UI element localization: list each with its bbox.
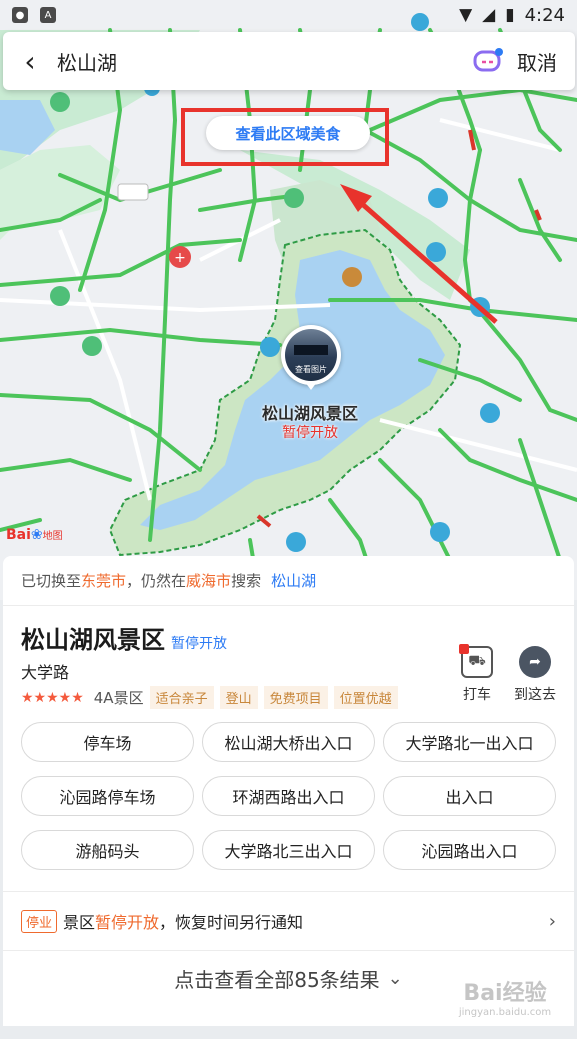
scenic-level: 4A景区 xyxy=(93,689,144,707)
signal-icon: ◢ xyxy=(482,5,496,25)
scenic-map-label[interactable]: 松山湖风景区 xyxy=(240,400,380,424)
sub-poi-button[interactable]: 大学路北三出入口 xyxy=(202,830,375,870)
sub-poi-button[interactable]: 出入口 xyxy=(383,776,556,816)
assistant-robot-icon[interactable] xyxy=(473,48,503,74)
map-logo: Bai❀地图 xyxy=(6,527,63,543)
city-switch-notice: 已切换至 东莞市 ，仍然在 威海市 搜索 松山湖 xyxy=(3,556,574,606)
cancel-button[interactable]: 取消 xyxy=(517,47,557,76)
chevron-down-icon: ⌄ xyxy=(387,967,403,989)
route-button[interactable]: ➦ 到这去 xyxy=(507,646,563,704)
sub-poi-button[interactable]: 沁园路停车场 xyxy=(21,776,194,816)
battery-icon: ▮ xyxy=(505,5,515,25)
tag: 位置优越 xyxy=(333,686,398,709)
sub-poi-button[interactable]: 环湖西路出入口 xyxy=(202,776,375,816)
marker-caption: 查看图片 xyxy=(295,365,327,374)
route-icon: ➦ xyxy=(519,646,551,678)
sub-poi-grid: 停车场 松山湖大桥出入口 大学路北一出入口 沁园路停车场 环湖西路出入口 出入口… xyxy=(21,722,557,870)
scenic-photo-marker[interactable]: 查看图片 xyxy=(281,325,341,385)
sub-poi-button[interactable]: 大学路北一出入口 xyxy=(383,722,556,762)
notification-icon: A xyxy=(40,7,56,23)
chevron-left-icon: ‹ xyxy=(24,44,36,78)
sub-poi-button[interactable]: 松山湖大桥出入口 xyxy=(202,722,375,762)
watermark: Bai经验 jingyan.baidu.com xyxy=(458,981,552,1018)
back-button[interactable]: ‹ xyxy=(3,32,57,90)
status-badge: 暂停开放 xyxy=(171,636,227,652)
highlight-box xyxy=(181,108,389,166)
closure-notice[interactable]: 停业 景区 暂停开放 ，恢复时间另行通知 › xyxy=(3,891,574,951)
map-view[interactable]: + ● A ▼ ◢ ▮ 4:24 ‹ 松山湖 取消 查看此区域美食 查看图片 松… xyxy=(0,0,577,600)
location-app-icon: ● xyxy=(12,7,28,23)
paw-icon: ❀ xyxy=(30,527,43,543)
rating-row: ★★★★★ 4A景区 适合亲子 登山 免费项目 位置优越 xyxy=(21,686,398,709)
search-bar: ‹ 松山湖 取消 xyxy=(3,32,575,90)
poi-detail-panel: 已切换至 东莞市 ，仍然在 威海市 搜索 松山湖 松山湖风景区 暂停开放 大学路 ★★★… xyxy=(3,556,574,1026)
chevron-right-icon: › xyxy=(548,910,556,932)
scenic-map-status: 暂停开放 xyxy=(282,425,338,441)
map-canvas[interactable]: + xyxy=(0,0,577,600)
search-input[interactable]: 松山湖 xyxy=(57,47,473,76)
taxi-button[interactable]: ⛟ 打车 xyxy=(449,644,505,704)
svg-text:+: + xyxy=(174,250,186,266)
status-bar: ● A ▼ ◢ ▮ 4:24 xyxy=(0,0,577,30)
star-rating: ★★★★★ xyxy=(21,689,84,706)
search-in-other-city-link[interactable]: 松山湖 xyxy=(271,570,316,591)
clock: 4:24 xyxy=(524,4,565,26)
poi-address: 大学路 xyxy=(21,663,70,682)
sub-poi-button[interactable]: 游船码头 xyxy=(21,830,194,870)
taxi-icon: ⛟ xyxy=(459,644,493,678)
closed-tag: 停业 xyxy=(21,909,58,933)
poi-title[interactable]: 松山湖风景区 xyxy=(21,620,165,655)
tag: 适合亲子 xyxy=(149,686,214,709)
sub-poi-button[interactable]: 停车场 xyxy=(21,722,194,762)
tag: 免费项目 xyxy=(263,686,328,709)
scenic-photo: 查看图片 xyxy=(285,329,337,381)
tag: 登山 xyxy=(219,686,258,709)
poi-title-row[interactable]: 松山湖风景区 暂停开放 xyxy=(21,620,227,655)
wifi-icon: ▼ xyxy=(459,5,473,25)
sub-poi-button[interactable]: 沁园路出入口 xyxy=(383,830,556,870)
marker-pointer xyxy=(305,382,317,390)
